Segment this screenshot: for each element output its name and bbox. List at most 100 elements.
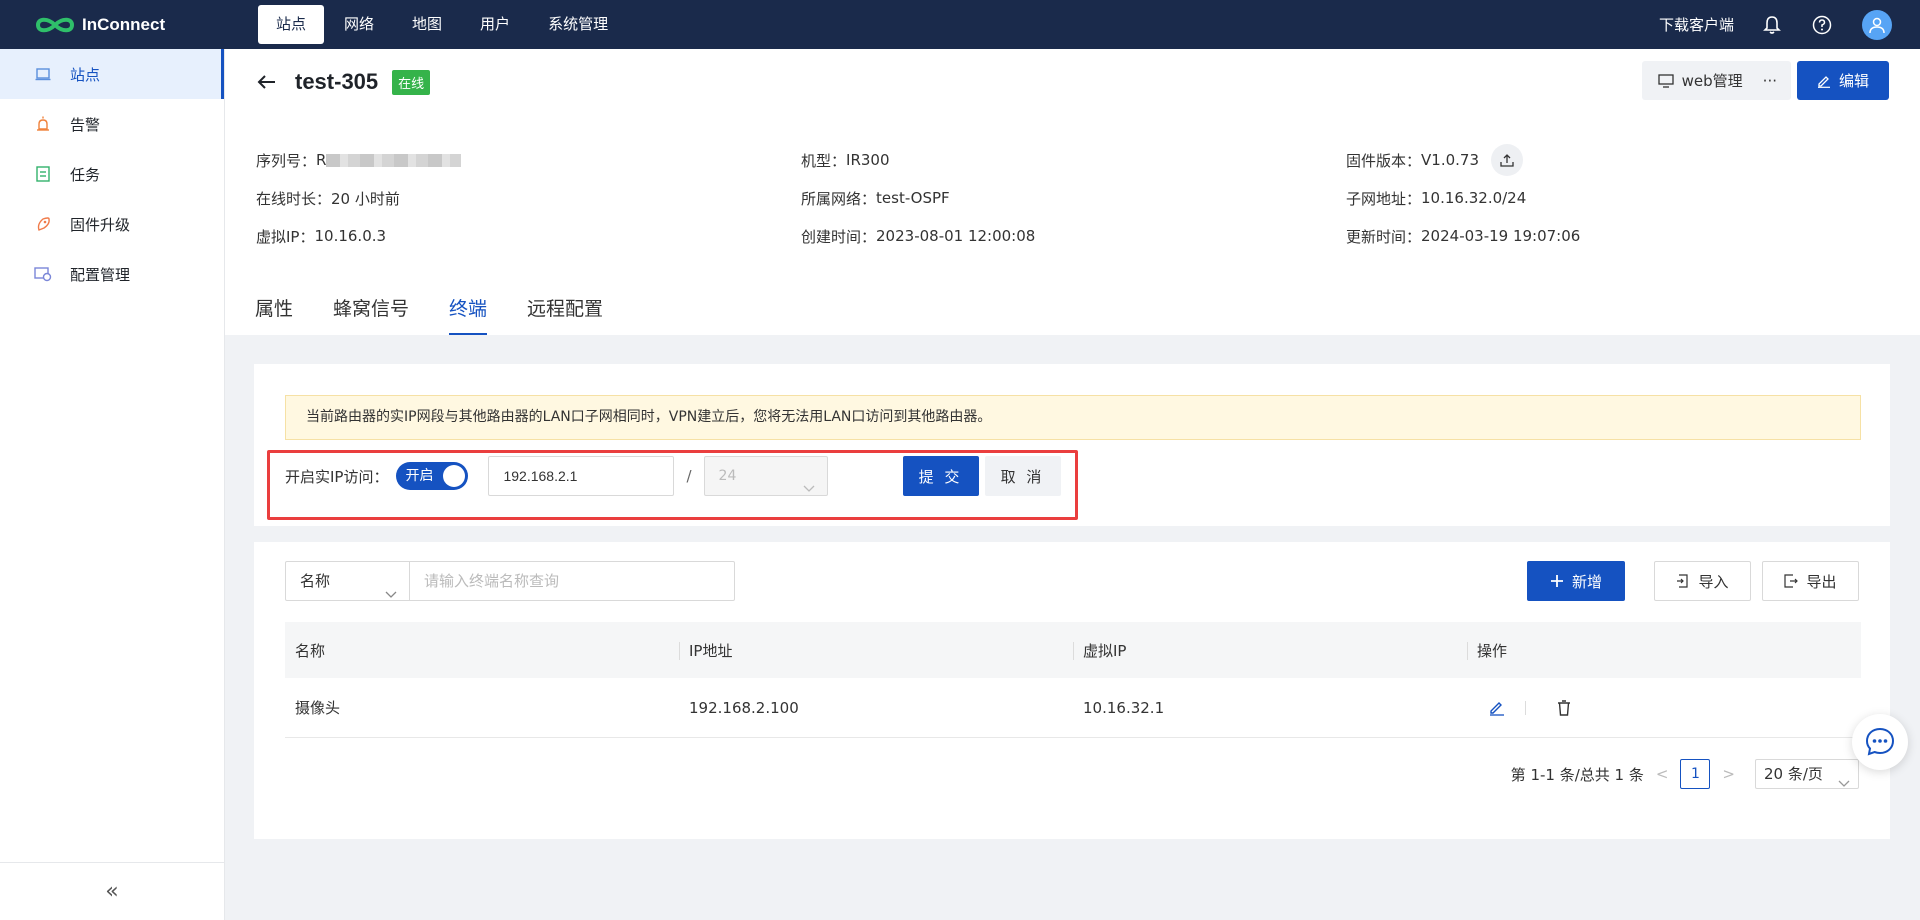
- import-button[interactable]: 导入: [1654, 561, 1751, 601]
- filter-field-value: 名称: [300, 572, 331, 590]
- submit-button[interactable]: 提 交: [902, 456, 979, 496]
- page-number-button[interactable]: 1: [1680, 759, 1711, 789]
- search-input[interactable]: 请输入终端名称查询: [410, 561, 735, 601]
- sidebar-item-label: 站点: [70, 65, 101, 84]
- nav-item-network[interactable]: 网络: [326, 5, 392, 44]
- sidebar-item-label: 固件升级: [70, 215, 131, 234]
- tab-remote-config[interactable]: 远程配置: [527, 294, 603, 335]
- uptime-field: 在线时长： 20 小时前: [256, 188, 801, 209]
- mask-value: 24: [718, 468, 737, 484]
- updated-label: 更新时间：: [1346, 227, 1422, 246]
- sidebar-item-config[interactable]: 配置管理: [0, 249, 224, 299]
- chat-icon: [1865, 727, 1895, 756]
- tab-cellular[interactable]: 蜂窝信号: [333, 294, 409, 335]
- model-value: IR300: [846, 151, 890, 169]
- page-title: test-305: [295, 69, 379, 94]
- cell-vip: 10.16.32.1: [1083, 698, 1165, 717]
- sidebar-item-label: 任务: [70, 165, 101, 184]
- app-name: InConnect: [82, 14, 166, 34]
- created-label: 创建时间：: [801, 227, 877, 246]
- nav-item-system[interactable]: 系统管理: [530, 5, 626, 44]
- pagination-summary: 第 1-1 条/总共 1 条: [1510, 765, 1644, 784]
- real-ip-toggle[interactable]: 开启: [396, 462, 469, 490]
- network-field: 所属网络： test-OSPF: [801, 188, 1346, 209]
- table-header: 名称 IP地址 虚拟IP 操作: [285, 622, 1861, 678]
- prev-page-icon[interactable]: <: [1656, 765, 1669, 783]
- chevron-down-icon: [803, 470, 815, 508]
- network-value: test-OSPF: [876, 189, 950, 207]
- upload-icon[interactable]: [1491, 144, 1523, 176]
- config-icon: [34, 265, 52, 283]
- device-info: 序列号： R 机型： IR300 固件版本： V1.0.73 在线时长： 20 …: [256, 141, 1896, 255]
- help-icon[interactable]: [1812, 15, 1832, 35]
- divider: [1525, 700, 1526, 715]
- cell-name: 摄像头: [295, 699, 341, 717]
- vip-field: 虚拟IP： 10.16.0.3: [256, 226, 801, 247]
- edit-button[interactable]: 编辑: [1796, 61, 1889, 100]
- detail-tabs: 属性 蜂窝信号 终端 远程配置: [255, 294, 643, 335]
- trash-icon[interactable]: [1554, 698, 1574, 718]
- column-actions: 操作: [1467, 640, 1861, 661]
- tab-properties[interactable]: 属性: [255, 294, 293, 335]
- sidebar-item-site[interactable]: 站点: [0, 49, 224, 99]
- alarm-icon: [34, 115, 52, 133]
- sidebar-item-label: 告警: [70, 115, 101, 134]
- add-label: 新增: [1571, 572, 1602, 591]
- sidebar-item-alarm[interactable]: 告警: [0, 99, 224, 149]
- firmware-field: 固件版本： V1.0.73: [1346, 144, 1891, 176]
- mask-separator: /: [686, 467, 692, 485]
- warning-notice: 当前路由器的实IP网段与其他路由器的LAN口子网相同时，VPN建立后，您将无法用…: [285, 395, 1861, 440]
- pagination: 第 1-1 条/总共 1 条 < 1 > 20 条/页: [1511, 759, 1859, 789]
- chat-support-button[interactable]: [1852, 714, 1908, 770]
- page-size-select[interactable]: 20 条/页: [1755, 759, 1859, 789]
- user-avatar-icon[interactable]: [1862, 9, 1892, 40]
- more-button[interactable]: ···: [1758, 61, 1791, 100]
- next-page-icon[interactable]: >: [1722, 765, 1735, 783]
- top-bar: InConnect 站点 网络 地图 用户 系统管理 下载客户端: [0, 0, 1920, 49]
- serial-label: 序列号：: [256, 151, 317, 170]
- network-label: 所属网络：: [801, 189, 877, 208]
- pencil-icon: [1817, 74, 1831, 88]
- nav-item-users[interactable]: 用户: [462, 5, 528, 44]
- back-arrow-icon[interactable]: [255, 70, 279, 94]
- edit-icon[interactable]: [1487, 698, 1507, 718]
- sidebar-collapse-button[interactable]: «: [0, 862, 224, 920]
- subnet-field: 子网地址： 10.16.32.0/24: [1346, 188, 1891, 209]
- bell-icon[interactable]: [1762, 15, 1782, 35]
- filter-field-select[interactable]: 名称: [285, 561, 410, 601]
- nav-item-site[interactable]: 站点: [258, 5, 325, 44]
- import-label: 导入: [1698, 572, 1729, 591]
- task-icon: [34, 165, 52, 183]
- edit-label: 编辑: [1838, 72, 1869, 90]
- tab-terminals[interactable]: 终端: [449, 294, 488, 335]
- add-terminal-button[interactable]: 新增: [1527, 561, 1625, 601]
- plus-icon: [1550, 574, 1564, 588]
- created-field: 创建时间： 2023-08-01 12:00:08: [801, 226, 1346, 247]
- sidebar-item-label: 配置管理: [70, 265, 131, 284]
- toggle-label: 开启: [405, 468, 434, 484]
- cancel-button[interactable]: 取 消: [984, 456, 1061, 496]
- sidebar-item-task[interactable]: 任务: [0, 149, 224, 199]
- download-client-link[interactable]: 下载客户端: [1659, 14, 1734, 35]
- created-value: 2023-08-01 12:00:08: [876, 227, 1036, 245]
- column-name: 名称: [295, 641, 326, 660]
- web-manage-button[interactable]: web管理: [1641, 61, 1759, 100]
- sidebar: 站点 告警 任务 固件升级 配置管理 «: [0, 49, 225, 920]
- ip-address-input[interactable]: 192.168.2.1: [488, 456, 675, 496]
- inconnect-logo-icon: [35, 17, 75, 32]
- subnet-label: 子网地址：: [1346, 189, 1422, 208]
- updated-field: 更新时间： 2024-03-19 19:07:06: [1346, 226, 1891, 247]
- logo[interactable]: InConnect: [34, 14, 258, 36]
- serial-value: R: [316, 151, 327, 169]
- sidebar-item-firmware[interactable]: 固件升级: [0, 199, 224, 249]
- model-field: 机型： IR300: [801, 150, 1346, 171]
- export-button[interactable]: 导出: [1762, 561, 1859, 601]
- serial-redacted: [326, 153, 462, 167]
- subnet-value: 10.16.32.0/24: [1421, 189, 1527, 207]
- updated-value: 2024-03-19 19:07:06: [1421, 227, 1581, 245]
- subnet-mask-select[interactable]: 24: [703, 456, 828, 496]
- column-vip: 虚拟IP: [1073, 640, 1467, 661]
- monitor-icon: [1657, 73, 1674, 88]
- nav-item-map[interactable]: 地图: [394, 5, 460, 44]
- chevron-down-icon: [385, 575, 397, 613]
